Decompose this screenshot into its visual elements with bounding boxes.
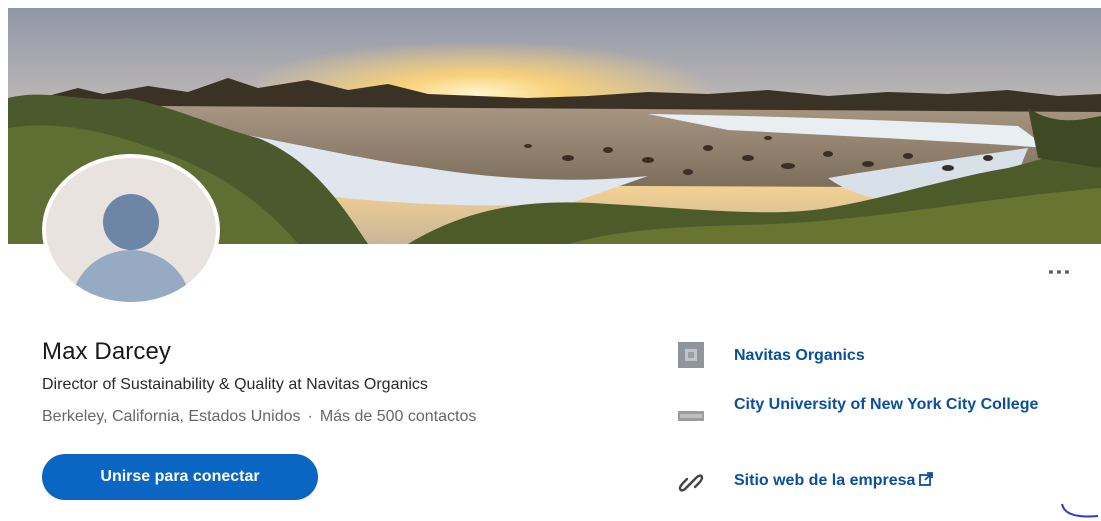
profile-location: Berkeley, California, Estados Unidos xyxy=(42,408,301,425)
ellipsis-icon-dot xyxy=(1057,270,1061,274)
profile-name: Max Darcey xyxy=(42,338,172,365)
profile-card: Max Darcey Director of Sustainability & … xyxy=(8,8,1101,521)
education-link[interactable]: City University of New York City College xyxy=(734,390,1074,419)
website-link[interactable]: Sitio web de la empresa xyxy=(734,466,1074,495)
company-link[interactable]: Navitas Organics xyxy=(734,341,1074,370)
external-link-icon xyxy=(919,472,934,486)
ellipsis-icon-dot xyxy=(1065,270,1069,274)
scroll-arrow-icon xyxy=(1061,503,1099,518)
website-label: Sitio web de la empresa xyxy=(734,472,916,489)
location-row: Berkeley, California, Estados Unidos · Más… xyxy=(42,408,476,426)
profile-avatar[interactable] xyxy=(42,154,220,306)
company-logo-icon xyxy=(678,342,704,368)
link-icon xyxy=(678,474,704,492)
connections-count[interactable]: Más de 500 contactos xyxy=(320,408,477,425)
connect-button[interactable]: Unirse para conectar xyxy=(42,454,318,500)
more-options-button[interactable] xyxy=(1038,258,1080,286)
profile-headline: Director of Sustainability & Quality at … xyxy=(42,376,428,393)
avatar-placeholder xyxy=(46,158,216,302)
ellipsis-icon-dot xyxy=(1049,270,1053,274)
separator: · xyxy=(307,408,313,425)
school-logo-icon xyxy=(678,411,704,421)
